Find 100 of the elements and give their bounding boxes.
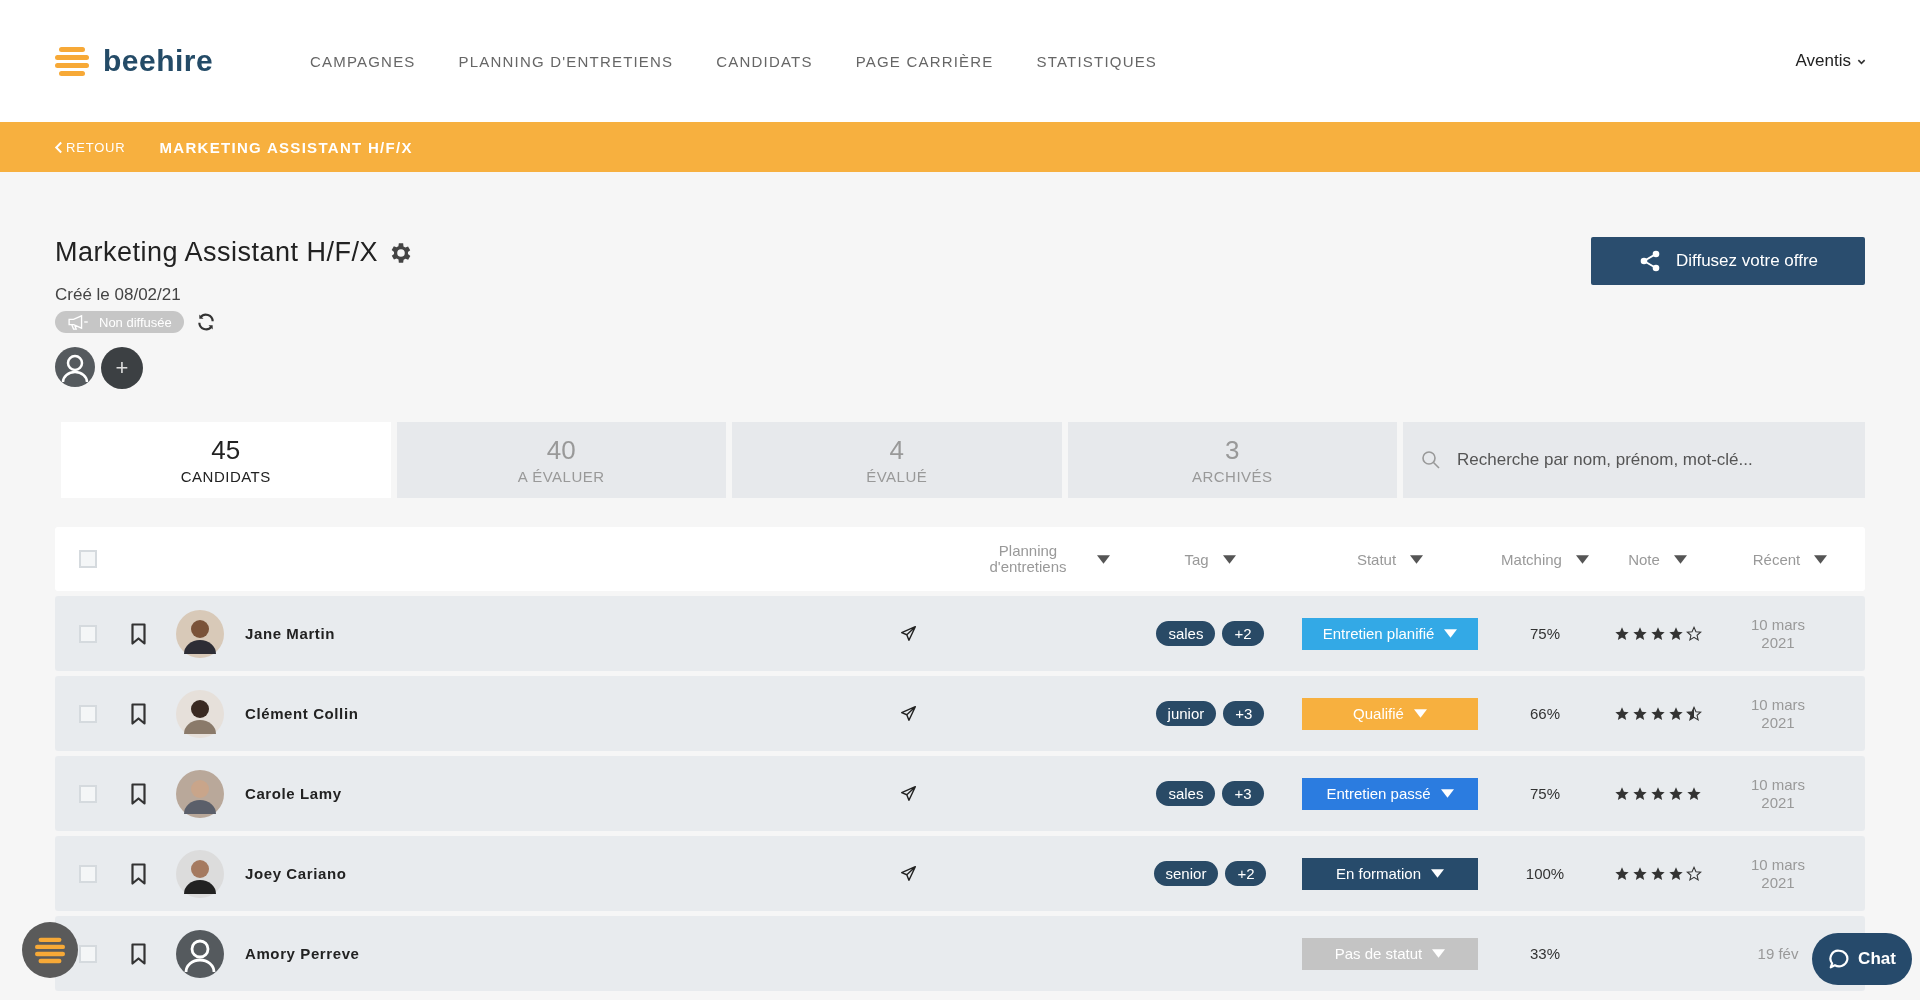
row-checkbox[interactable] xyxy=(79,944,97,963)
tag-chip: +2 xyxy=(1222,621,1264,646)
star-icon xyxy=(1685,705,1702,722)
star-icon xyxy=(1685,785,1702,802)
member-avatar xyxy=(55,347,95,387)
recent-date: 10 mars 2021 xyxy=(1750,775,1806,812)
tag-chip: sales xyxy=(1156,621,1216,646)
sort-caret-icon[interactable] xyxy=(1673,554,1687,564)
star-rating[interactable] xyxy=(1613,625,1702,642)
avatar xyxy=(176,609,224,658)
candidate-name[interactable]: Carole Lamy xyxy=(245,784,342,802)
job-title: Marketing Assistant H/F/X xyxy=(55,237,379,268)
tag-chip: +3 xyxy=(1223,701,1265,726)
row-checkbox[interactable] xyxy=(79,864,97,883)
send-icon[interactable] xyxy=(900,785,917,802)
matching-score: 100% xyxy=(1525,865,1565,882)
candidate-name[interactable]: Joey Cariano xyxy=(245,864,347,882)
recent-date: 19 fév xyxy=(1757,944,1799,963)
chat-bubble-icon xyxy=(1828,948,1851,970)
star-rating[interactable] xyxy=(1613,705,1702,722)
recent-date: 10 mars 2021 xyxy=(1750,695,1806,732)
bookmark-icon[interactable] xyxy=(129,942,147,965)
breadcrumb-title: MARKETING ASSISTANT H/F/X xyxy=(159,138,413,156)
candidate-name[interactable]: Clément Collin xyxy=(245,704,359,722)
matching-score: 33% xyxy=(1530,945,1560,962)
sort-caret-icon[interactable] xyxy=(1575,554,1589,564)
matching-score: 75% xyxy=(1530,625,1560,642)
caret-icon xyxy=(1432,949,1446,958)
star-rating[interactable] xyxy=(1613,785,1702,802)
candidate-tab[interactable]: 45 CANDIDATS xyxy=(61,422,391,498)
bookmark-icon[interactable] xyxy=(129,862,147,885)
bookmark-icon[interactable] xyxy=(129,782,147,805)
star-icon xyxy=(1667,705,1684,722)
refresh-icon[interactable] xyxy=(195,312,216,332)
caret-icon xyxy=(1431,869,1444,878)
search-bar[interactable]: Recherche par nom, prénom, mot-clé... xyxy=(1403,422,1865,498)
brand-name: beehire xyxy=(103,44,214,78)
star-icon xyxy=(1613,705,1630,722)
logo-icon xyxy=(35,935,65,965)
search-field[interactable]: Recherche par nom, prénom, mot-clé... xyxy=(1455,449,1865,471)
candidate-row[interactable]: Clément Collin junior +3 Qualifié 66% 10 mars 2021 xyxy=(55,676,1865,751)
search-icon xyxy=(1421,450,1441,470)
avatar xyxy=(176,769,224,818)
candidate-row[interactable]: Joey Cariano senior +2 En formation 100% 10 mars 2021 xyxy=(55,836,1865,911)
select-all-checkbox[interactable] xyxy=(79,550,97,568)
share-offer-button[interactable]: Diffusez votre offre xyxy=(1591,237,1865,285)
status-dropdown[interactable]: En formation xyxy=(1302,857,1478,890)
row-checkbox[interactable] xyxy=(79,704,97,723)
star-icon xyxy=(1631,705,1648,722)
recent-date: 10 mars 2021 xyxy=(1750,855,1806,892)
nav-link[interactable]: STATISTIQUES xyxy=(1036,52,1158,70)
nav-link[interactable]: CAMPAGNES xyxy=(310,52,416,70)
created-date: Créé le 08/02/21 xyxy=(55,285,182,305)
star-icon xyxy=(1685,865,1702,882)
account-menu[interactable]: Aventis xyxy=(1789,50,1872,72)
status-dropdown[interactable]: Entretien passé xyxy=(1302,777,1478,810)
sort-caret-icon[interactable] xyxy=(1410,554,1424,564)
tag-chip: senior xyxy=(1153,861,1219,886)
bookmark-icon[interactable] xyxy=(129,622,147,645)
help-launcher-button[interactable] xyxy=(22,922,78,978)
row-checkbox[interactable] xyxy=(79,624,97,643)
avatar xyxy=(176,849,224,898)
logo-icon xyxy=(55,44,89,78)
candidate-name[interactable]: Jane Martin xyxy=(245,624,335,642)
column-header[interactable]: Statut xyxy=(1356,550,1397,568)
star-icon xyxy=(1649,625,1666,642)
candidate-row[interactable]: Carole Lamy sales +3 Entretien passé 75% 10 mars 2021 xyxy=(55,756,1865,831)
tag-chip: +3 xyxy=(1222,781,1264,806)
chat-button[interactable]: Chat xyxy=(1812,933,1912,985)
column-header[interactable]: Planning d'entretiens xyxy=(973,542,1083,576)
nav-link[interactable]: PLANNING D'ENTRETIENS xyxy=(458,52,674,70)
send-icon[interactable] xyxy=(900,865,917,882)
star-rating[interactable] xyxy=(1613,865,1702,882)
nav-link[interactable]: PAGE CARRIÈRE xyxy=(855,52,994,70)
sort-caret-icon[interactable] xyxy=(1222,554,1236,564)
star-icon xyxy=(1649,705,1666,722)
column-header[interactable]: Note xyxy=(1628,550,1660,568)
nav-link[interactable]: CANDIDATS xyxy=(716,52,813,70)
star-icon xyxy=(1631,625,1648,642)
tag-chip: junior xyxy=(1155,701,1217,726)
star-icon xyxy=(1667,865,1684,882)
tag-chip: sales xyxy=(1156,781,1216,806)
candidate-row[interactable]: Jane Martin sales +2 Entretien planifié 75% 10 mars 2021 xyxy=(55,596,1865,671)
star-icon xyxy=(1613,785,1630,802)
add-member-button[interactable]: + xyxy=(101,347,143,389)
publication-status-badge: Non diffusée xyxy=(55,311,184,333)
star-icon xyxy=(1631,785,1648,802)
send-icon[interactable] xyxy=(900,705,917,722)
sort-caret-icon[interactable] xyxy=(1097,554,1110,564)
bookmark-icon[interactable] xyxy=(129,702,147,725)
matching-score: 66% xyxy=(1530,705,1560,722)
star-icon xyxy=(1649,865,1666,882)
star-icon xyxy=(1613,865,1630,882)
recent-date: 10 mars 2021 xyxy=(1750,615,1806,652)
star-icon xyxy=(1685,625,1702,642)
row-checkbox[interactable] xyxy=(79,784,97,803)
candidate-name[interactable]: Amory Perreve xyxy=(245,944,360,962)
sort-caret-icon[interactable] xyxy=(1814,554,1828,564)
send-icon[interactable] xyxy=(900,625,917,642)
column-header[interactable]: Matching xyxy=(1501,550,1562,568)
